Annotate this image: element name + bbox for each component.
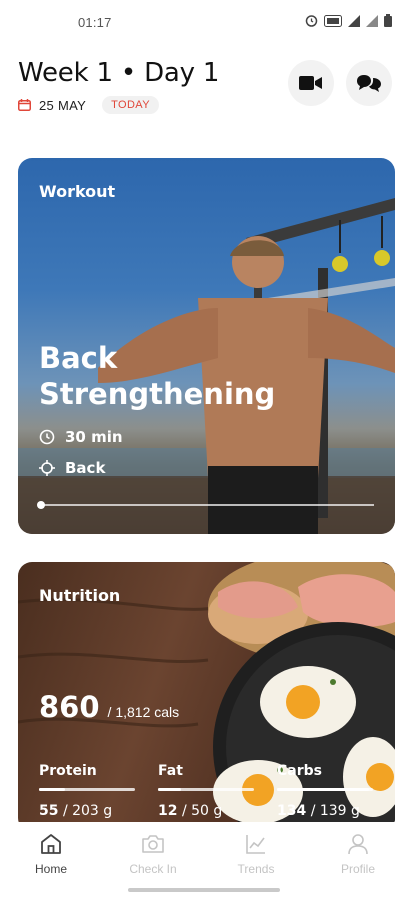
workout-duration: 30 min [39,428,123,446]
bottom-nav: Home Check In Trends Profile [0,822,410,900]
macro-protein: Protein 55 / 203 g [39,763,139,819]
workout-title: Back Strengthening [39,341,276,411]
macro-progress-fill [39,788,65,791]
macro-progress-fill [277,788,370,791]
macro-label: Protein [39,763,97,779]
workout-muscle: Back [39,459,105,477]
page-title: Week 1 • Day 1 [18,58,220,88]
workout-progress-handle [37,501,45,509]
chat-button[interactable] [346,60,392,106]
calories-value: 860 [39,690,100,724]
home-indicator [128,888,280,892]
workout-card[interactable]: Workout Back Strengthening 30 min Back [18,158,395,534]
home-icon [41,834,61,854]
macro-target: / 50 g [181,803,223,819]
nav-label-profile: Profile [340,862,375,876]
workout-progress-bar [37,501,374,509]
status-bar: 01:17 [0,0,410,46]
nutrition-card[interactable]: Nutrition 860 / 1,812 cals Protein 55 / … [18,562,395,832]
nav-label-check-in: Check In [129,862,177,876]
macro-carbs: Carbs 134 / 139 g [277,763,377,819]
calendar-icon [18,99,31,111]
macro-amount: 134 [277,803,307,819]
profile-icon [348,834,368,855]
muscle-text: Back [65,459,106,477]
clock-icon [39,429,55,445]
macro-fat: Fat 12 / 50 g [158,763,258,819]
signal-icon [348,14,360,27]
alarm-icon [305,15,318,27]
video-icon [299,76,322,90]
calories-target: / 1,812 cals [107,704,180,720]
volte-icon [324,14,342,27]
nav-label-trends: Trends [237,862,275,876]
workout-card-label: Workout [39,182,116,201]
macro-progress-bar [158,788,254,791]
nutrition-card-label: Nutrition [39,586,121,605]
nav-label-home: Home [34,862,67,876]
header: Week 1 • Day 1 25 MAY TODAY [18,58,392,118]
date-label: 25 MAY [39,97,87,113]
chat-icon [357,75,381,92]
duration-text: 30 min [65,428,123,446]
status-icons [305,14,392,27]
status-time: 01:17 [78,15,112,30]
macro-amount: 12 [158,803,178,819]
macro-target: / 139 g [310,803,360,819]
macro-label: Fat [158,763,183,779]
trends-icon [246,835,265,854]
macro-progress-bar [277,788,373,791]
macro-value: 12 / 50 g [158,803,258,819]
target-icon [39,460,55,476]
camera-icon [142,835,164,853]
nav-item-check-in[interactable]: Check In [118,832,188,876]
macro-progress-fill [158,788,182,791]
signal-icon-2 [366,14,378,27]
today-badge[interactable]: TODAY [102,96,159,114]
nav-item-trends[interactable]: Trends [221,832,291,876]
macro-target: / 203 g [62,803,113,819]
battery-icon [384,14,392,27]
macro-label: Carbs [277,763,322,779]
nav-item-home[interactable]: Home [16,832,86,876]
macro-value: 134 / 139 g [277,803,377,819]
video-call-button[interactable] [288,60,334,106]
macro-value: 55 / 203 g [39,803,139,819]
date-row: 25 MAY TODAY [18,96,392,114]
macro-progress-bar [39,788,135,791]
macro-amount: 55 [39,803,59,819]
calories-summary: 860 / 1,812 cals [39,690,179,724]
nav-item-profile[interactable]: Profile [323,832,393,876]
